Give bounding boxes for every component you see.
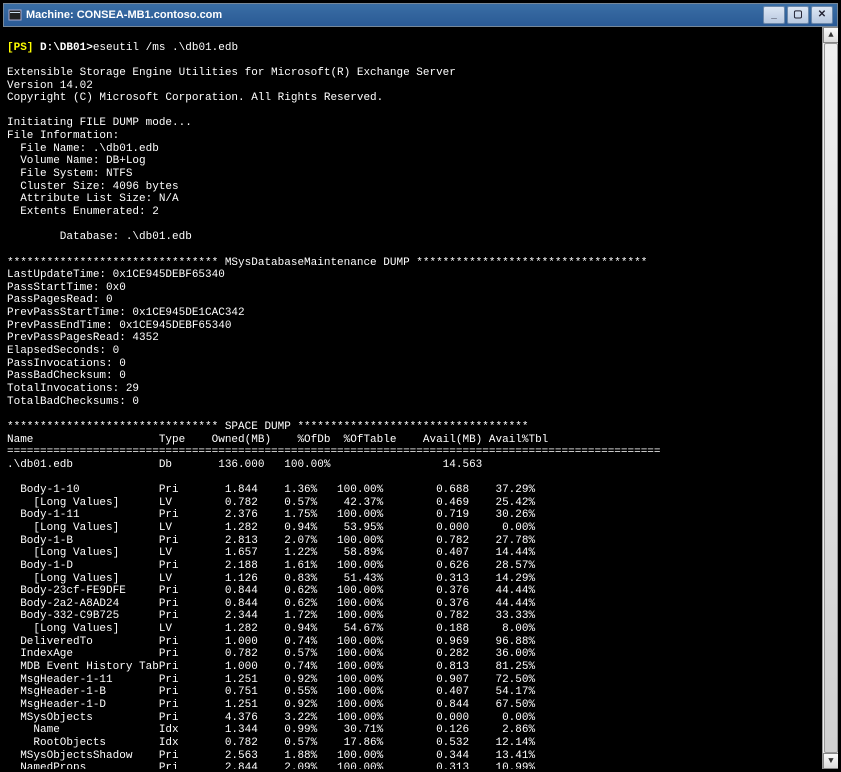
- window-title: Machine: CONSEA-MB1.contoso.com: [26, 9, 763, 22]
- vertical-scrollbar[interactable]: ▲ ▼: [822, 27, 838, 769]
- header-output: Extensible Storage Engine Utilities for …: [7, 67, 456, 243]
- terminal-area[interactable]: [PS] D:\DB01>eseutil /ms .\db01.edb Exte…: [3, 27, 838, 769]
- ps-tag: [PS]: [7, 42, 33, 54]
- space-dump-columns: Name Type Owned(MB) %OfDb %OfTable Avail…: [7, 434, 548, 446]
- command-text: eseutil /ms .\db01.edb: [93, 42, 238, 54]
- maintenance-output: LastUpdateTime: 0x1CE945DEBF65340 PassSt…: [7, 269, 245, 407]
- scroll-up-arrow[interactable]: ▲: [823, 27, 838, 43]
- space-dump-rows: Body-1-10 Pri 1.844 1.36% 100.00% 0.688 …: [7, 484, 535, 769]
- close-button[interactable]: ✕: [811, 6, 833, 24]
- maintenance-title: ******************************** MSysDat…: [7, 257, 647, 269]
- space-dump-dbline: .\db01.edb Db 136.000 100.00% 14.563: [7, 459, 482, 471]
- window-titlebar[interactable]: Machine: CONSEA-MB1.contoso.com _ ▢ ✕: [3, 3, 838, 27]
- minimize-button[interactable]: _: [763, 6, 785, 24]
- window-buttons: _ ▢ ✕: [763, 6, 833, 24]
- scroll-down-arrow[interactable]: ▼: [823, 753, 838, 769]
- space-dump-divider: ========================================…: [7, 446, 661, 458]
- prompt-path: D:\DB01>: [33, 42, 92, 54]
- app-icon: [8, 8, 22, 22]
- maximize-button[interactable]: ▢: [787, 6, 809, 24]
- space-dump-title: ******************************** SPACE D…: [7, 421, 529, 433]
- scroll-thumb[interactable]: [824, 43, 838, 753]
